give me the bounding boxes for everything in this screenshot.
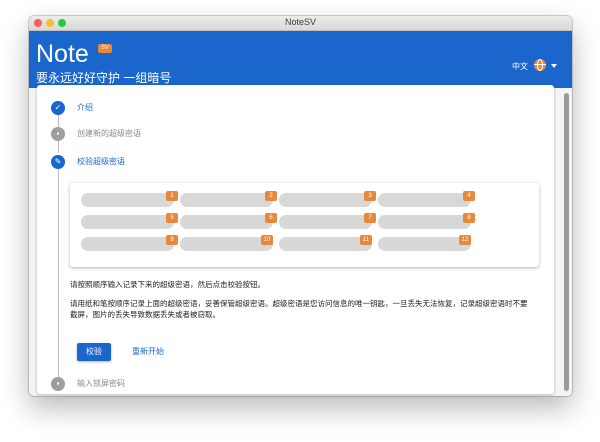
step-lock-password-label[interactable]: 输入锁屏密码: [77, 379, 125, 389]
scrollbar-thumb[interactable]: [564, 93, 569, 391]
stepper-card: ✓ 介绍 ▪ 创建新的超级密语 ✎ 校验超级密语 1 2 3 4 5 6 7 8…: [37, 85, 554, 394]
warning-text-line-1: 请用纸和笔按顺序记录上面的超级密语，妥善保管超级密语。超级密语是您访问信息的唯一…: [70, 299, 528, 308]
seed-words-panel: 1 2 3 4 5 6 7 8 9 10 11 12: [70, 183, 539, 267]
title-bar: NoteSV: [29, 16, 572, 31]
word-input-10[interactable]: [180, 237, 273, 251]
app-tagline: 要永远好好守护 一组暗号: [36, 71, 172, 85]
word-number-badge: 8: [463, 213, 475, 223]
step-intro-label[interactable]: 介绍: [77, 103, 93, 113]
globe-icon[interactable]: [534, 59, 546, 71]
word-input-9[interactable]: [81, 237, 174, 251]
word-number-badge: 2: [265, 191, 277, 201]
step-connector: [58, 169, 59, 377]
word-number-badge: 1: [166, 191, 178, 201]
word-number-badge: 3: [364, 191, 376, 201]
word-number-badge: 9: [166, 235, 178, 245]
word-number-badge: 10: [261, 235, 273, 245]
restart-button[interactable]: 重新开始: [122, 343, 174, 361]
word-number-badge: 4: [463, 191, 475, 201]
word-number-badge: 12: [459, 235, 471, 245]
lock-icon: ▪: [51, 377, 65, 391]
word-input-6[interactable]: [180, 215, 273, 229]
word-input-1[interactable]: [81, 193, 174, 207]
word-number-badge: 6: [265, 213, 277, 223]
check-icon: ✓: [51, 101, 65, 115]
word-number-badge: 5: [166, 213, 178, 223]
word-input-8[interactable]: [378, 215, 471, 229]
pencil-icon: ✎: [51, 155, 65, 169]
version-badge: SV: [98, 44, 113, 53]
instruction-text: 请按照顺序输入记录下来的超级密语，然后点击校验按钮。: [70, 280, 265, 289]
word-input-3[interactable]: [279, 193, 372, 207]
language-label[interactable]: 中文: [512, 61, 528, 72]
word-input-11[interactable]: [279, 237, 372, 251]
word-input-7[interactable]: [279, 215, 372, 229]
window-title: NoteSV: [284, 17, 317, 27]
step-connector: [58, 141, 59, 153]
word-number-badge: 11: [360, 235, 372, 245]
step-verify-label[interactable]: 校验超级密语: [77, 157, 125, 167]
verify-button[interactable]: 校验: [77, 343, 111, 361]
word-number-badge: 7: [364, 213, 376, 223]
word-input-5[interactable]: [81, 215, 174, 229]
app-header: Note SV 要永远好好守护 一组暗号 中文: [29, 31, 572, 88]
word-input-2[interactable]: [180, 193, 273, 207]
word-input-4[interactable]: [378, 193, 471, 207]
warning-text-line-2: 截屏，图片的丢失导致数据丢失或者被窃取。: [70, 310, 220, 319]
app-name: Note: [36, 40, 89, 68]
app-window: NoteSV Note SV 要永远好好守护 一组暗号 中文 ✓ 介绍 ▪ 创建…: [29, 16, 572, 396]
word-input-12[interactable]: [378, 237, 471, 251]
chevron-down-icon[interactable]: [551, 64, 557, 68]
step-connector: [58, 115, 59, 127]
folder-icon: ▪: [51, 127, 65, 141]
step-create-label[interactable]: 创建新的超级密语: [77, 129, 141, 139]
